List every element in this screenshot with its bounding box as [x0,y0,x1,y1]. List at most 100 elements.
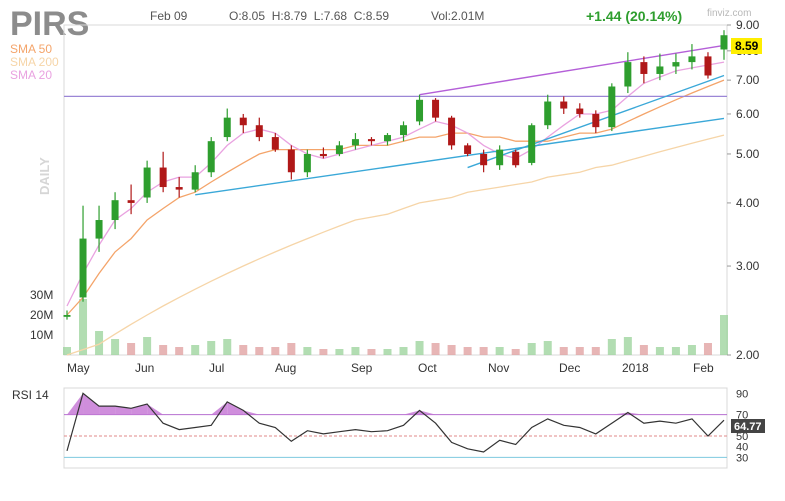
date-tick-label: Feb [693,361,714,375]
rsi-overbought-fill [99,406,116,415]
volume-bar [351,347,360,355]
volume-bar [687,345,696,355]
date-tick-label: Aug [275,361,296,375]
volume-bar [639,345,648,355]
candle-body [191,172,199,190]
volume-bar [127,343,136,355]
rsi-indicator [64,392,727,458]
price-tick-label: 9.00 [736,18,760,32]
candle-body [720,35,728,50]
candle-body [512,151,520,166]
candle-body [544,101,552,126]
price-y-axis: 9.008.007.006.005.004.003.002.00 [727,18,760,362]
volume-tick-label: 30M [30,288,53,302]
volume-bar [143,337,152,355]
sma50-line [66,79,725,316]
quote-date: Feb 09 [150,9,188,23]
candle-body [480,153,488,166]
volume-bar [159,345,168,355]
volume-bars [63,299,728,355]
date-tick-label: Jun [135,361,154,375]
volume-bar [495,347,504,355]
candle-body [416,99,424,122]
sma-legend: SMA 50 SMA 200 SMA 20 [10,42,59,82]
candle-body [223,117,231,138]
volume-bar [463,347,472,355]
date-tick-label: Oct [418,361,437,375]
price-tick-label: 3.00 [736,259,760,273]
volume-bar [703,343,712,355]
volume-bar [511,349,520,355]
rsi-tick-label: 30 [736,452,748,464]
volume-bar [415,341,424,355]
volume-bar [527,343,536,355]
candle-body [351,139,359,146]
candle-body [63,314,71,317]
date-tick-label: May [67,361,90,375]
legend-sma200: SMA 200 [10,55,59,69]
price-tick-label: 7.00 [736,73,760,87]
chart-stage: PIRS Feb 09 O:8.05 H:8.79 L:7.68 C:8.59 … [0,0,785,501]
volume-bar [367,349,376,355]
volume-bar [399,347,408,355]
candle-body [608,86,616,128]
volume-y-axis: 30M 20M 10M [30,288,53,342]
date-x-axis: May Jun Jul Aug Sep Oct Nov Dec 2018 Feb [67,361,714,375]
volume-bar [175,347,184,355]
volume-readout: Vol:2.01M [431,9,484,23]
volume-tick-label: 20M [30,308,53,322]
rsi-tick-label: 90 [736,388,748,400]
rsi-title: RSI 14 [12,388,49,402]
volume-tick-label: 10M [30,328,53,342]
date-tick-label: Jul [209,361,224,375]
candle-body [496,149,504,166]
volume-bar [207,341,216,355]
volume-bar [335,349,344,355]
candle-body [560,101,568,109]
candle-body [95,220,103,239]
volume-bar [255,347,264,355]
price-change: +1.44 (20.14%) [586,8,682,24]
volume-bar [447,345,456,355]
candle-body [79,238,87,298]
volume-bar [591,347,600,355]
candle-body [287,149,295,173]
moving-averages [66,61,725,356]
candle-body [207,141,215,173]
volume-bar [79,299,88,355]
date-tick-label: Nov [488,361,509,375]
candle-body [271,137,279,150]
volume-bar [431,343,440,355]
candle-body [319,153,327,157]
candle-body [159,167,167,188]
candlesticks [63,30,728,320]
volume-bar [239,345,248,355]
ohlc-readout: O:8.05 H:8.79 L:7.68 C:8.59 [229,9,389,23]
candle-body [704,56,712,76]
candle-body [400,125,408,136]
candle-body [576,108,584,114]
candle-body [175,187,183,190]
date-tick-label: Sep [351,361,373,375]
volume-bar [111,339,120,355]
last-price-text: 8.59 [735,39,759,53]
candle-body [624,62,632,87]
volume-bar [479,347,488,355]
volume-bar [671,347,680,355]
ticker-symbol: PIRS [10,5,89,43]
volume-bar [655,347,664,355]
candle-body [255,125,263,138]
candle-body [672,62,680,67]
candle-body [464,145,472,154]
candle-body [640,62,648,74]
candle-body [239,117,247,126]
candle-body [111,200,119,221]
legend-sma50: SMA 50 [10,42,52,56]
candle-body [432,99,440,118]
volume-bar [575,347,584,355]
finviz-chart[interactable]: PIRS Feb 09 O:8.05 H:8.79 L:7.68 C:8.59 … [0,0,785,501]
volume-bar [191,345,200,355]
volume-bar [623,337,632,355]
rsi-line [66,392,725,453]
date-tick-label: Dec [559,361,580,375]
